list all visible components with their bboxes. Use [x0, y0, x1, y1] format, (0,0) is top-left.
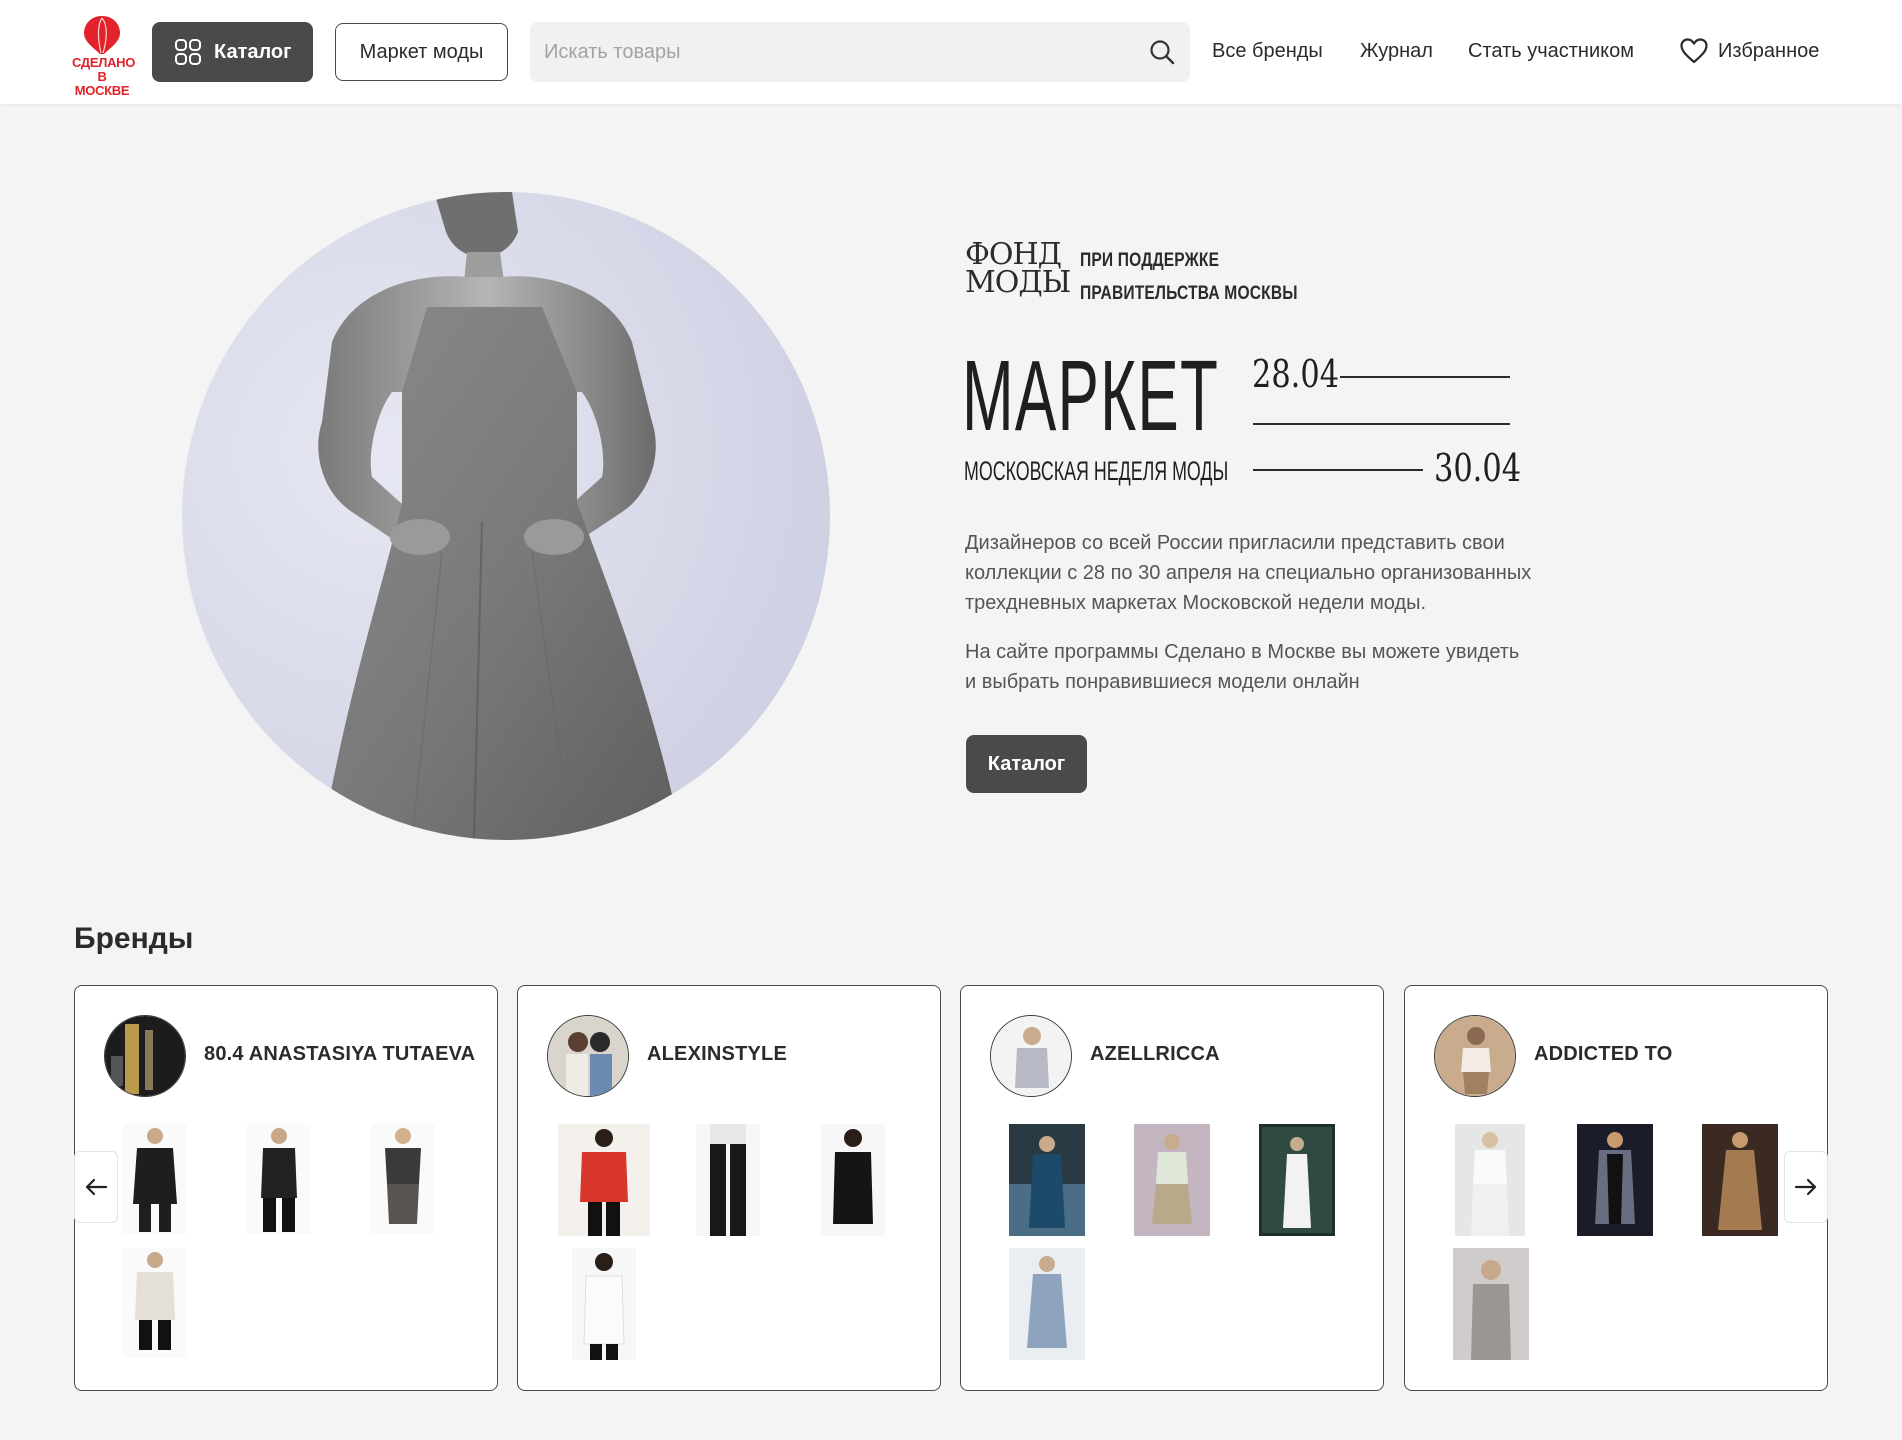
support-line-1: ПРИ ПОДДЕРЖКЕ: [1080, 250, 1220, 271]
hero-paragraph-2: На сайте программы Сделано в Москве вы м…: [965, 641, 1520, 693]
brand-avatar: [104, 1015, 186, 1097]
product-thumbnail[interactable]: [1453, 1248, 1529, 1360]
model-photo: [318, 192, 682, 840]
product-thumbnail[interactable]: [371, 1124, 435, 1234]
brand-card[interactable]: ALEXINSTYLE: [517, 985, 941, 1391]
favorites-link[interactable]: Избранное: [1680, 38, 1819, 64]
hero-subtitle: МОСКОВСКАЯ НЕДЕЛЯ МОДЫ: [964, 456, 1229, 486]
hero-catalog-button[interactable]: Каталог: [966, 735, 1087, 793]
hero-title: МАРКЕТ: [962, 340, 1220, 452]
carousel-next-button[interactable]: [1784, 1151, 1828, 1223]
brand-name: 80.4 ANASTASIYA TUTAEVA: [204, 1043, 476, 1065]
arrow-right-icon: [1794, 1178, 1817, 1196]
date-line-1: [1340, 376, 1510, 378]
support-line-2: ПРАВИТЕЛЬСТВА МОСКВЫ: [1080, 283, 1298, 304]
brands-section-title: Бренды: [74, 922, 194, 955]
fashion-fund-logo: ФОНД МОДЫ: [965, 240, 1071, 303]
product-thumbnail[interactable]: [1455, 1124, 1525, 1236]
hero-image: [182, 192, 830, 840]
product-thumbnail[interactable]: [821, 1124, 885, 1236]
brand-avatar: [990, 1015, 1072, 1097]
product-thumbnail[interactable]: [123, 1248, 187, 1358]
brand-name: AZELLRICCA: [1090, 1043, 1220, 1065]
market-button[interactable]: Маркет моды: [335, 23, 508, 81]
search-input[interactable]: [530, 22, 1130, 82]
brand-card[interactable]: 80.4 ANASTASIYA TUTAEVA: [74, 985, 498, 1391]
nav-all-brands[interactable]: Все бренды: [1212, 40, 1323, 63]
logo-text: СДЕЛАНО В МОСКВЕ: [72, 55, 136, 98]
product-thumbnail[interactable]: [1134, 1124, 1210, 1236]
grid-icon: [175, 39, 201, 65]
catalog-button[interactable]: Каталог: [152, 22, 313, 82]
brand-name: ALEXINSTYLE: [647, 1043, 787, 1065]
product-thumbnail[interactable]: [1702, 1124, 1778, 1236]
product-thumbnail[interactable]: [123, 1124, 187, 1234]
hero-paragraph-1: Дизайнеров со всей России пригласили пре…: [965, 532, 1532, 614]
search-icon[interactable]: [1148, 38, 1176, 66]
search-bar: [530, 22, 1190, 82]
arrow-left-icon: [85, 1178, 108, 1196]
favorites-label: Избранное: [1718, 39, 1820, 62]
product-thumbnail[interactable]: [1009, 1124, 1085, 1236]
date-start: 28.04: [1252, 352, 1340, 396]
product-thumbnail[interactable]: [572, 1248, 636, 1360]
brand-card[interactable]: ADDICTED TO: [1404, 985, 1828, 1391]
site-logo[interactable]: СДЕЛАНО В МОСКВЕ: [72, 14, 135, 98]
date-line-2: [1253, 423, 1510, 425]
product-thumbnail[interactable]: [1577, 1124, 1653, 1236]
product-thumbnail[interactable]: [1009, 1248, 1085, 1360]
catalog-button-label: Каталог: [214, 40, 292, 63]
product-thumbnail[interactable]: [696, 1124, 760, 1236]
product-thumbnail[interactable]: [1259, 1124, 1335, 1236]
product-thumbnail[interactable]: [247, 1124, 311, 1234]
brand-avatar: [547, 1015, 629, 1097]
brand-name: ADDICTED TO: [1534, 1043, 1673, 1065]
carousel-prev-button[interactable]: [74, 1151, 118, 1223]
product-thumbnail[interactable]: [558, 1124, 650, 1236]
site-header: СДЕЛАНОВ МОСКВЕ Каталог Маркет моды Все …: [0, 0, 1902, 104]
date-end: 30.04: [1434, 446, 1522, 490]
fund-logo-line-2: МОДЫ: [965, 265, 1071, 300]
support-text: ПРИ ПОДДЕРЖКЕ ПРАВИТЕЛЬСТВА МОСКВЫ: [1080, 244, 1298, 310]
balloon-logo-icon: [84, 16, 120, 54]
brand-avatar: [1434, 1015, 1516, 1097]
nav-journal[interactable]: Журнал: [1360, 40, 1433, 63]
heart-icon: [1680, 38, 1708, 64]
brand-card[interactable]: AZELLRICCA: [960, 985, 1384, 1391]
date-line-3: [1253, 469, 1423, 471]
nav-become-participant[interactable]: Стать участником: [1468, 40, 1634, 63]
